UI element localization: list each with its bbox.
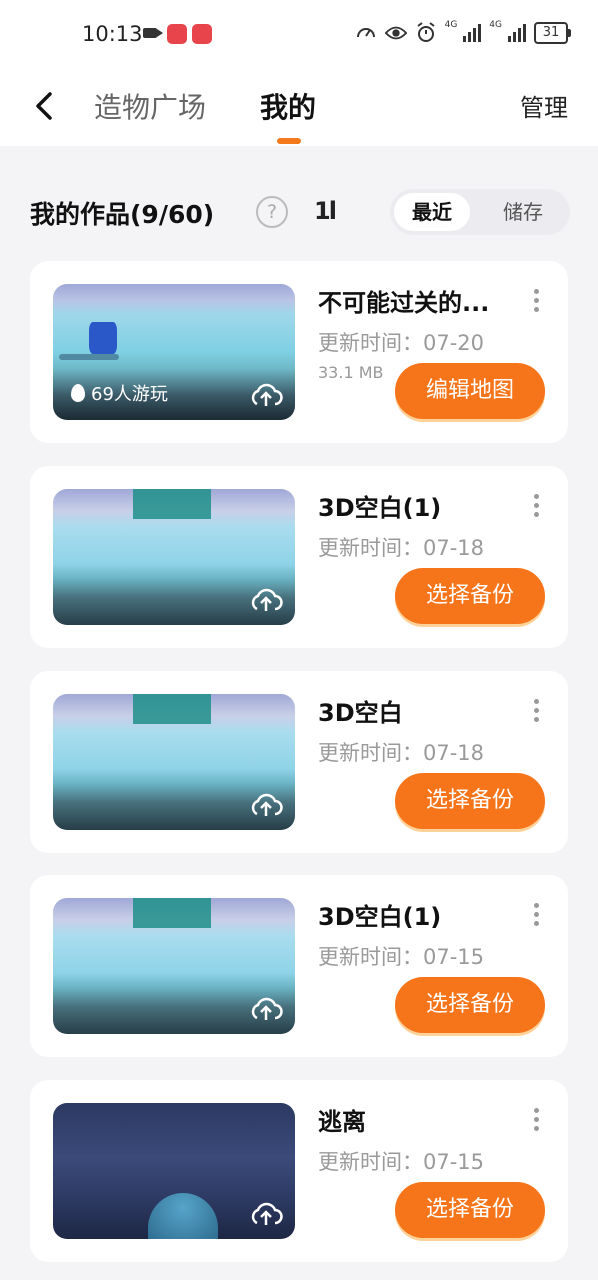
filter-recent[interactable]: 最近: [394, 193, 470, 231]
work-updated-time: 更新时间：07-15: [318, 945, 485, 969]
more-options-icon[interactable]: [534, 903, 540, 929]
scene-shadow: [59, 354, 119, 360]
cloud-upload-icon[interactable]: [249, 382, 283, 408]
section-title: 我的作品(9/60): [30, 200, 215, 229]
work-card[interactable]: 3D空白 更新时间：07-18 选择备份: [30, 671, 568, 853]
eye-icon: [384, 22, 407, 44]
sort-button[interactable]: 1l: [314, 197, 337, 225]
cloud-upload-icon[interactable]: [249, 792, 283, 818]
status-bar: 10:13 4G 4G 31: [0, 0, 598, 66]
work-thumbnail[interactable]: [53, 1103, 295, 1239]
work-thumbnail[interactable]: [53, 694, 295, 830]
select-backup-button[interactable]: 选择备份: [395, 1182, 545, 1238]
scene-panel: [133, 694, 211, 724]
scene-object: [89, 322, 117, 354]
work-updated-time: 更新时间：07-18: [318, 741, 485, 765]
active-tab-indicator: [277, 138, 301, 144]
work-title: 3D空白(1): [318, 903, 442, 931]
scene-panel: [133, 489, 211, 519]
work-thumbnail[interactable]: 69人游玩: [53, 284, 295, 420]
work-card[interactable]: 3D空白(1) 更新时间：07-18 选择备份: [30, 466, 568, 648]
back-button[interactable]: [30, 86, 60, 126]
work-card[interactable]: 3D空白(1) 更新时间：07-15 选择备份: [30, 875, 568, 1057]
more-options-icon[interactable]: [534, 699, 540, 725]
alarm-icon: [415, 22, 437, 44]
filter-storage[interactable]: 储存: [488, 193, 558, 231]
work-file-size: 33.1 MB: [318, 363, 384, 382]
more-options-icon[interactable]: [534, 289, 540, 315]
work-title: 逃离: [318, 1108, 366, 1136]
tab-creation-square[interactable]: 造物广场: [94, 86, 206, 126]
work-thumbnail[interactable]: [53, 489, 295, 625]
scene-dome: [148, 1193, 218, 1239]
more-options-icon[interactable]: [534, 1108, 540, 1134]
work-title: 不可能过关的...: [318, 289, 490, 317]
chevron-left-icon: [36, 92, 52, 120]
select-backup-button[interactable]: 选择备份: [395, 977, 545, 1033]
play-count: 69人游玩: [71, 380, 168, 406]
work-title: 3D空白(1): [318, 494, 442, 522]
battery-icon: 31: [534, 22, 571, 44]
cloud-upload-icon[interactable]: [249, 587, 283, 613]
filter-segmented-control: 最近 储存: [390, 189, 570, 235]
speedometer-icon: [355, 22, 377, 44]
work-updated-time: 更新时间：07-20: [318, 331, 485, 355]
scene-panel: [133, 898, 211, 928]
more-options-icon[interactable]: [534, 494, 540, 520]
work-thumbnail[interactable]: [53, 898, 295, 1034]
signal-icon: [508, 24, 526, 42]
edit-map-button[interactable]: 编辑地图: [395, 363, 545, 419]
select-backup-button[interactable]: 选择备份: [395, 568, 545, 624]
work-title: 3D空白: [318, 699, 403, 727]
status-icons: 4G 4G 31: [355, 20, 571, 44]
manage-button[interactable]: 管理: [520, 88, 568, 123]
cloud-upload-icon[interactable]: [249, 1201, 283, 1227]
select-backup-button[interactable]: 选择备份: [395, 773, 545, 829]
help-icon[interactable]: ?: [256, 196, 288, 228]
app-notification-icon: [167, 24, 187, 44]
app-notification-icon: [192, 24, 212, 44]
status-time: 10:13: [82, 22, 143, 46]
work-card[interactable]: 69人游玩 不可能过关的... 更新时间：07-20 33.1 MB 编辑地图: [30, 261, 568, 443]
work-card[interactable]: 逃离 更新时间：07-15 选择备份: [30, 1080, 568, 1262]
network-type-label: 4G: [489, 20, 502, 30]
drop-icon: [71, 384, 85, 402]
top-nav: 造物广场 我的 管理: [0, 66, 598, 146]
signal-icon: [463, 24, 482, 42]
work-updated-time: 更新时间：07-18: [318, 536, 485, 560]
cloud-upload-icon[interactable]: [249, 996, 283, 1022]
video-camera-icon: [143, 28, 163, 38]
tab-mine[interactable]: 我的: [260, 86, 316, 126]
work-updated-time: 更新时间：07-15: [318, 1150, 485, 1174]
network-type-label: 4G: [444, 20, 458, 30]
play-count-label: 69人游玩: [91, 384, 168, 405]
